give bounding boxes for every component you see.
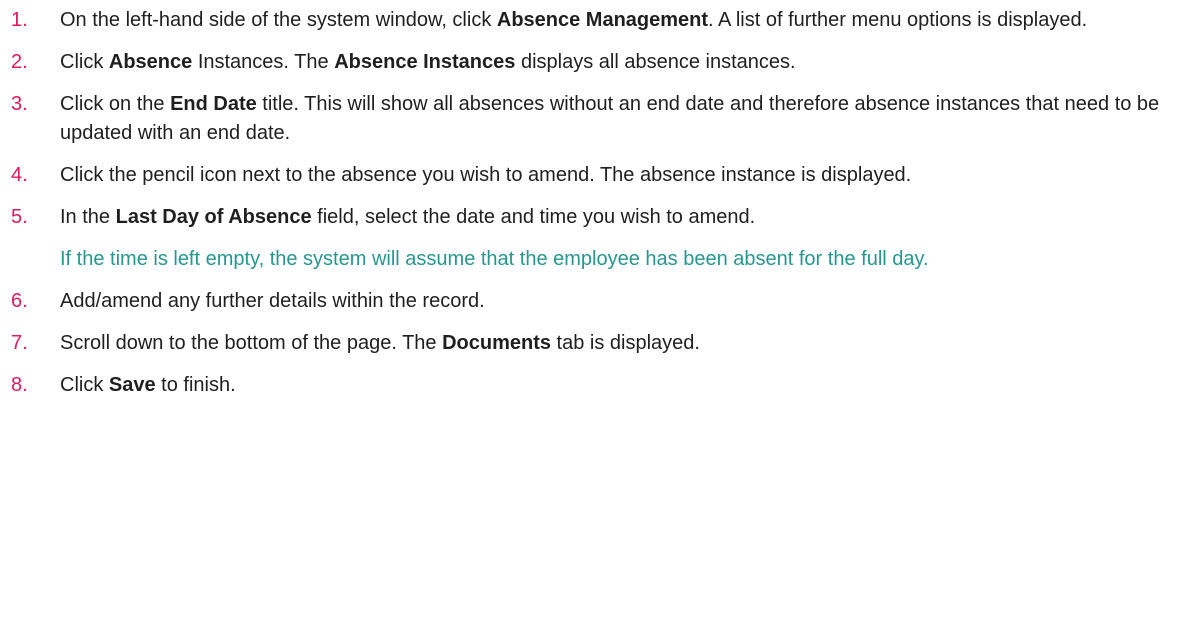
step-number: 4.: [11, 164, 28, 186]
step-text: tab is displayed.: [551, 332, 700, 354]
step-number: 7.: [11, 332, 28, 354]
step-keyword: Save: [108, 374, 156, 396]
step-keyword: Absence Instances: [334, 51, 516, 73]
step-number: 5.: [11, 206, 28, 228]
step-4: 4. Click the pencil icon next to the abs…: [8, 161, 1198, 190]
step-text: Instances. The: [192, 51, 335, 73]
step-text: Click: [60, 374, 109, 396]
step-text: displays all absence instances.: [515, 51, 796, 73]
step-2: 2. Click Absence Instances. The Absence …: [8, 48, 1198, 77]
step-number: 8.: [11, 374, 28, 396]
step-3: 3. Click on the End Date title. This wil…: [8, 90, 1198, 148]
step-6: 6. Add/amend any further details within …: [8, 287, 1198, 316]
step-number: 2.: [11, 51, 28, 73]
step-1: 1. On the left-hand side of the system w…: [8, 6, 1198, 35]
step-number: 3.: [11, 93, 28, 115]
step-text: Click the pencil icon next to the absenc…: [60, 164, 912, 186]
step-keyword: Documents: [442, 332, 551, 354]
step-text: to finish.: [155, 374, 236, 396]
step-keyword: Absence Management: [496, 9, 709, 31]
step-text: Add/amend any further details within the…: [60, 290, 485, 312]
step-keyword: End Date: [170, 93, 257, 115]
step-8: 8. Click Save to finish.: [8, 371, 1198, 400]
step-keyword: Absence: [108, 51, 193, 73]
step-number: 6.: [11, 290, 28, 312]
step-text: Click: [60, 51, 109, 73]
step-5: 5. In the Last Day of Absence field, sel…: [8, 203, 1198, 274]
step-note: If the time is left empty, the system wi…: [60, 248, 929, 270]
step-text: Scroll down to the bottom of the page. T…: [60, 332, 443, 354]
step-keyword: Last Day of Absence: [115, 206, 312, 228]
step-text: field, select the date and time you wish…: [311, 206, 756, 228]
step-text: On the left-hand side of the system wind…: [60, 9, 497, 31]
step-text: In the: [60, 206, 116, 228]
step-7: 7. Scroll down to the bottom of the page…: [8, 329, 1198, 358]
instruction-steps-list: 1. On the left-hand side of the system w…: [8, 6, 1198, 413]
step-number: 1.: [11, 9, 28, 31]
step-text: Click on the: [60, 93, 171, 115]
step-text: . A list of further menu options is disp…: [708, 9, 1088, 31]
